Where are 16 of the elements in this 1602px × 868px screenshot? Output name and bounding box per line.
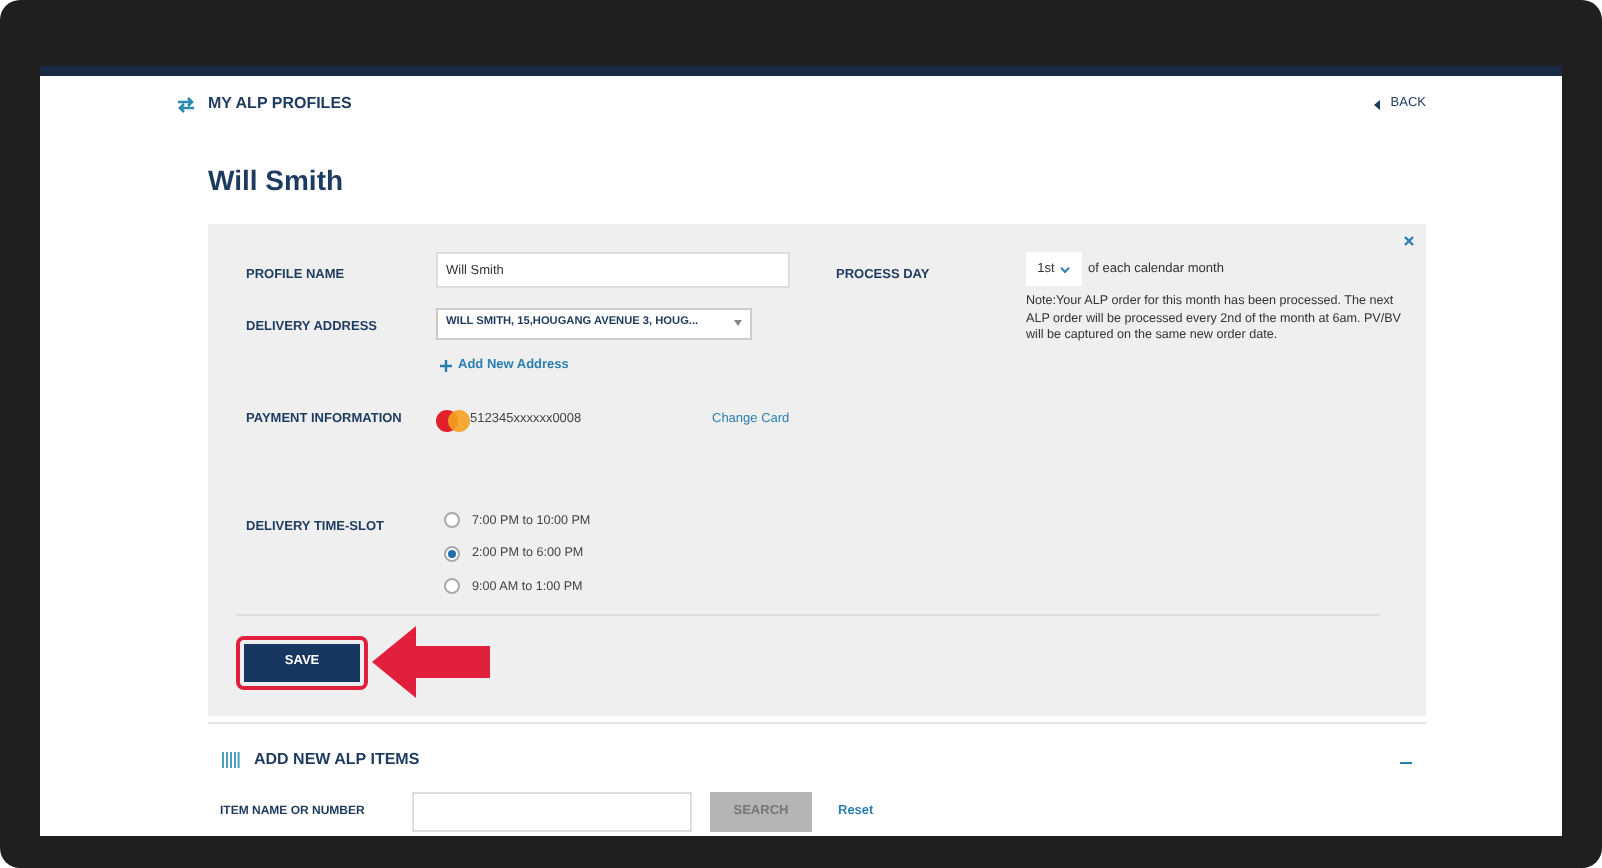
radio-button[interactable] [444,578,460,595]
swap-arrows-icon [176,95,196,113]
barcode-icon [222,752,240,768]
back-caret-icon [1374,99,1383,109]
plus-icon [440,359,452,372]
section-title: ADD NEW ALP ITEMS [254,748,420,772]
chevron-down-icon [1060,265,1071,273]
radio-button[interactable] [444,512,460,529]
pointer-arrow-icon [372,626,490,699]
profile-title: Will Smith [208,162,346,200]
credit-card-logo-icon [436,409,470,432]
radio-button[interactable] [444,545,460,562]
section-title: MY ALP PROFILES [208,92,352,116]
item-search-input[interactable] [412,792,692,832]
dropdown-caret-icon [734,320,742,326]
close-button[interactable] [1404,236,1414,246]
